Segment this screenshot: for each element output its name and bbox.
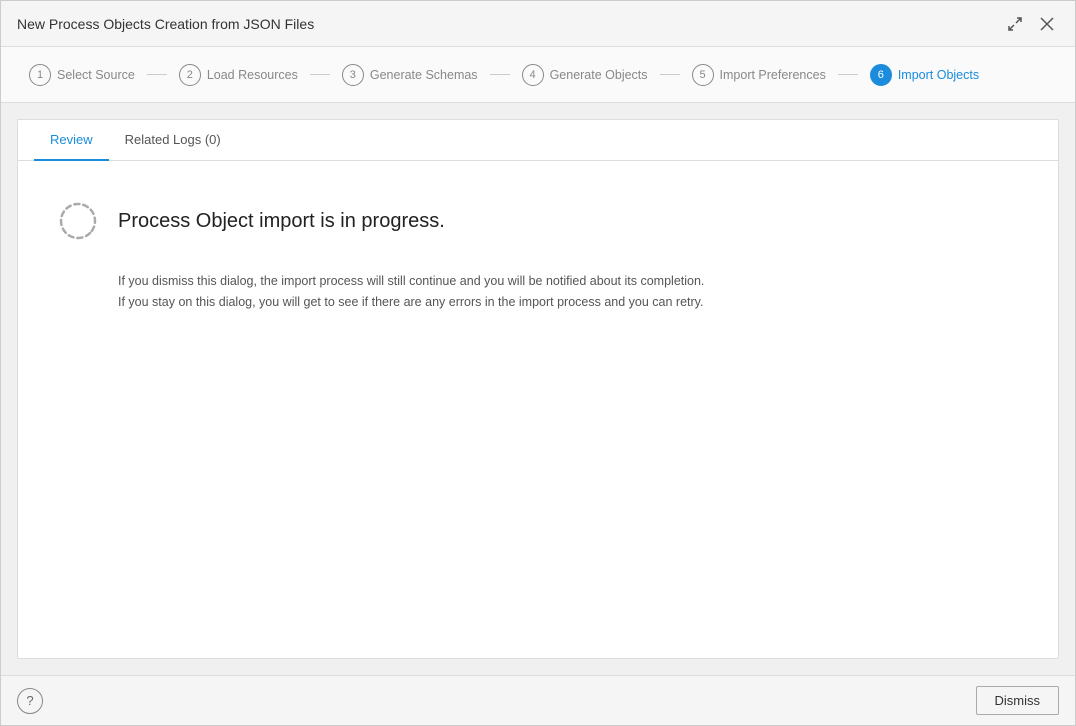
step-separator-2	[310, 74, 330, 75]
step-4-circle: 4	[522, 64, 544, 86]
tab-related-logs[interactable]: Related Logs (0)	[109, 120, 237, 161]
content-area: Review Related Logs (0) Process Object i…	[1, 103, 1075, 675]
step-6-circle: 6	[870, 64, 892, 86]
info-line-2: If you stay on this dialog, you will get…	[118, 292, 1018, 313]
step-2-label: Load Resources	[207, 68, 298, 82]
info-line-1: If you dismiss this dialog, the import p…	[118, 271, 1018, 292]
step-3-label: Generate Schemas	[370, 68, 478, 82]
step-1: 1 Select Source	[17, 64, 147, 86]
step-5-circle: 5	[692, 64, 714, 86]
tabs: Review Related Logs (0)	[18, 120, 1058, 161]
step-3-circle: 3	[342, 64, 364, 86]
stepper-bar: 1 Select Source 2 Load Resources 3 Gener…	[1, 47, 1075, 103]
step-1-circle: 1	[29, 64, 51, 86]
title-bar-controls	[1003, 12, 1059, 36]
step-2: 2 Load Resources	[167, 64, 310, 86]
step-4: 4 Generate Objects	[510, 64, 660, 86]
tab-review[interactable]: Review	[34, 120, 109, 161]
maximize-button[interactable]	[1003, 12, 1027, 36]
progress-section: Process Object import is in progress.	[58, 201, 1018, 241]
title-bar: New Process Objects Creation from JSON F…	[1, 1, 1075, 47]
step-5: 5 Import Preferences	[680, 64, 838, 86]
step-2-circle: 2	[179, 64, 201, 86]
step-3: 3 Generate Schemas	[330, 64, 490, 86]
step-5-label: Import Preferences	[720, 68, 826, 82]
step-4-label: Generate Objects	[550, 68, 648, 82]
dismiss-button[interactable]: Dismiss	[976, 686, 1060, 715]
step-6-label: Import Objects	[898, 68, 979, 82]
step-separator-3	[490, 74, 510, 75]
step-separator-1	[147, 74, 167, 75]
footer: ? Dismiss	[1, 675, 1075, 725]
content-card: Review Related Logs (0) Process Object i…	[17, 119, 1059, 659]
dialog-title: New Process Objects Creation from JSON F…	[17, 16, 314, 32]
step-separator-4	[660, 74, 680, 75]
step-6: 6 Import Objects	[858, 64, 991, 86]
spinner-icon	[58, 201, 98, 241]
dialog: New Process Objects Creation from JSON F…	[0, 0, 1076, 726]
info-text: If you dismiss this dialog, the import p…	[118, 271, 1018, 314]
step-separator-5	[838, 74, 858, 75]
close-button[interactable]	[1035, 12, 1059, 36]
help-button[interactable]: ?	[17, 688, 43, 714]
progress-title: Process Object import is in progress.	[118, 210, 445, 233]
step-1-label: Select Source	[57, 68, 135, 82]
card-body: Process Object import is in progress. If…	[18, 161, 1058, 658]
